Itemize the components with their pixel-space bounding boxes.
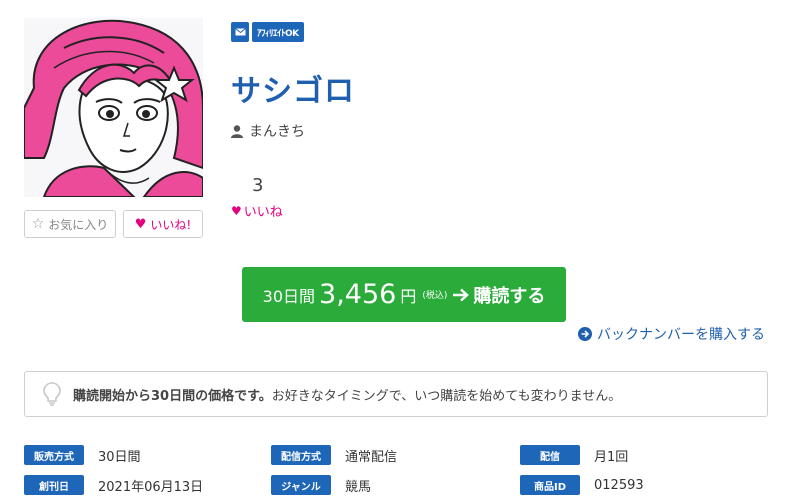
like-button[interactable]: ♥ いいね! — [123, 210, 203, 238]
user-icon — [231, 124, 243, 138]
envelope-icon — [231, 22, 249, 42]
subscribe-action-label: 購読する — [473, 285, 546, 307]
favorite-button[interactable]: ☆ お気に入り — [24, 210, 116, 238]
heart-icon: ♥ — [134, 216, 147, 232]
detail-label: 商品ID — [520, 475, 580, 495]
badge-row: ｱﾌｨﾘｴｲﾄOK — [231, 22, 304, 42]
detail-sales-method: 販売方式 30日間 — [24, 445, 141, 465]
star-outline-icon: ☆ — [31, 216, 45, 232]
detail-delivery-frequency: 配信 月1回 — [520, 445, 628, 465]
author-link[interactable]: まんきち — [231, 121, 305, 141]
tax-note: (税込) — [422, 291, 448, 301]
detail-label: 配信方式 — [271, 445, 331, 465]
magazine-title: サシゴロ — [231, 74, 355, 109]
backnumber-link[interactable]: バックナンバーを購入する — [578, 324, 765, 344]
notice-text: お好きなタイミングで、いつ購読を始めても変わりません。 — [271, 388, 622, 404]
detail-value: 2021年06月13日 — [98, 479, 204, 495]
like-button-label: いいね! — [150, 217, 192, 232]
detail-label: 配信 — [520, 445, 580, 465]
detail-value: 競馬 — [345, 479, 372, 495]
detail-launch-date: 創刊日 2021年06月13日 — [24, 475, 203, 495]
detail-value: 通常配信 — [345, 449, 398, 465]
detail-product-id: 商品ID 012593 — [520, 475, 644, 495]
magazine-cover-image — [24, 18, 203, 197]
detail-label: 販売方式 — [24, 445, 84, 465]
subscribe-period: 30日間 — [262, 286, 316, 306]
detail-value: 月1回 — [594, 449, 629, 465]
subscribe-price: 3,456 — [319, 279, 397, 310]
arrow-circle-right-icon — [578, 327, 592, 341]
heart-icon: ♥ — [231, 203, 242, 218]
manga-illustration — [24, 18, 203, 197]
backnumber-label: バックナンバーを購入する — [597, 327, 765, 343]
lightbulb-icon — [39, 382, 65, 406]
author-name: まんきち — [249, 124, 305, 140]
detail-value: 30日間 — [98, 449, 141, 465]
detail-value: 012593 — [594, 477, 644, 493]
detail-label: ジャンル — [271, 475, 331, 495]
notice-bold-text: 購読開始から30日間の価格です。 — [73, 388, 272, 404]
price-currency: 円 — [400, 286, 417, 306]
detail-label: 創刊日 — [24, 475, 84, 495]
like-count-label: いいね — [243, 205, 283, 220]
detail-genre: ジャンル 競馬 — [271, 475, 371, 495]
detail-delivery-method: 配信方式 通常配信 — [271, 445, 397, 465]
favorite-button-label: お気に入り — [48, 217, 109, 232]
arrow-right-icon — [453, 288, 470, 301]
like-count-label-group: ♥ いいね — [231, 201, 283, 221]
affiliate-badge: ｱﾌｨﾘｴｲﾄOK — [252, 22, 304, 42]
subscribe-button[interactable]: 30日間 3,456 円 (税込) 購読する — [242, 267, 566, 322]
pricing-notice: 購読開始から30日間の価格です。お好きなタイミングで、いつ購読を始めても変わりま… — [24, 371, 768, 417]
like-count: 3 — [252, 175, 264, 196]
